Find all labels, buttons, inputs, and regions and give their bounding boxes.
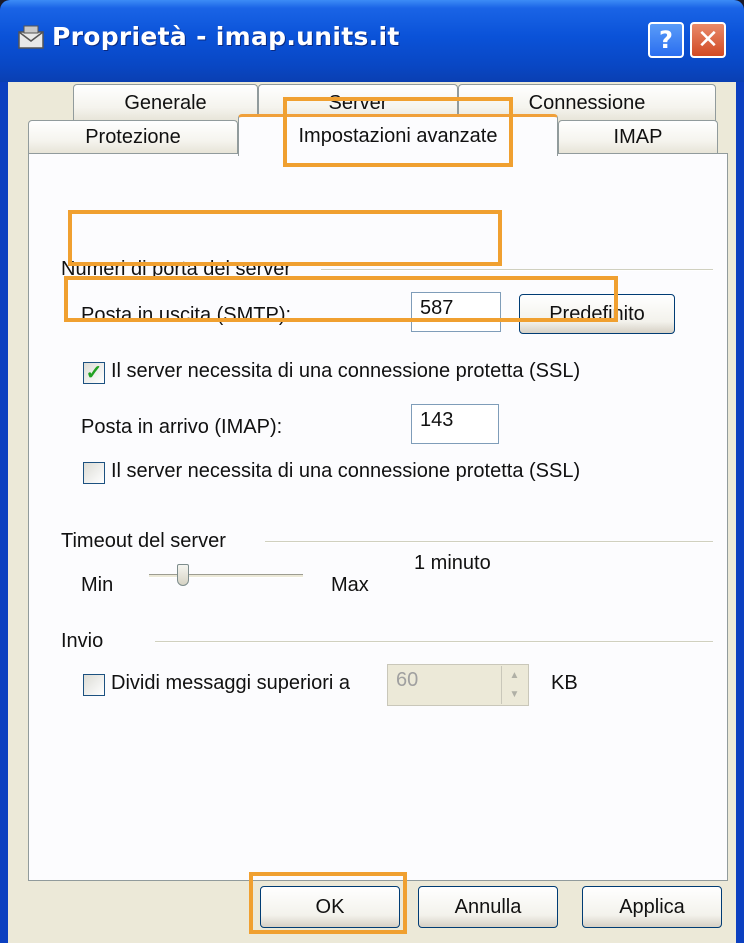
window-title: Proprietà - imap.units.it [52,22,400,51]
imap-port-input[interactable]: 143 [411,404,499,444]
title-bar[interactable]: Proprietà - imap.units.it ? ✕ [0,0,744,82]
smtp-ssl-label: Il server necessita di una connessione p… [111,360,581,382]
timeout-max-label: Max [331,574,369,596]
smtp-label: Posta in uscita (SMTP): [81,304,292,326]
help-icon: ? [659,26,673,54]
ports-group-label: Numeri di porta del server [61,258,292,280]
apply-button[interactable]: Applica [582,886,722,928]
smtp-ssl-checkbox[interactable]: ✓ [83,362,105,384]
split-size-value: 60 [396,669,419,691]
close-button[interactable]: ✕ [690,22,726,58]
close-icon: ✕ [697,25,719,55]
imap-ssl-checkbox[interactable] [83,462,105,484]
ok-button[interactable]: OK [260,886,400,928]
smtp-port-input[interactable]: 587 [411,292,501,332]
properties-dialog: Proprietà - imap.units.it ? ✕ Generale S… [0,0,744,943]
imap-ssl-label: Il server necessita di una connessione p… [111,460,581,482]
invio-group-line [155,641,713,643]
tab-panel: Numeri di porta del server Posta in usci… [28,153,728,881]
spin-up-icon[interactable]: ▲ [502,666,527,685]
cancel-button[interactable]: Annulla [418,886,558,928]
timeout-min-label: Min [81,574,114,596]
timeout-value: 1 minuto [414,552,491,574]
timeout-slider-thumb[interactable] [177,564,190,586]
split-size-spinner[interactable]: ▲ ▼ [501,666,527,704]
split-unit: KB [551,672,578,694]
timeout-group-label: Timeout del server [61,530,226,552]
split-label: Dividi messaggi superiori a [111,672,350,694]
split-checkbox[interactable] [83,674,105,696]
ports-group-line [321,269,713,271]
spin-down-icon[interactable]: ▼ [502,685,527,704]
tab-protezione[interactable]: Protezione [28,120,238,154]
imap-label: Posta in arrivo (IMAP): [81,416,283,438]
timeout-slider-track [149,574,303,578]
timeout-group-line [265,541,713,543]
invio-group-label: Invio [61,630,104,652]
tab-impostazioni-avanzate[interactable]: Impostazioni avanzate [238,114,558,156]
checkmark-icon: ✓ [85,362,103,384]
help-button[interactable]: ? [648,22,684,58]
dialog-client-area: Generale Server Connessione Protezione I… [8,82,736,943]
default-button[interactable]: Predefinito [519,294,675,334]
mail-account-icon [18,25,44,49]
tab-generale[interactable]: Generale [73,84,258,122]
tab-imap[interactable]: IMAP [558,120,718,154]
